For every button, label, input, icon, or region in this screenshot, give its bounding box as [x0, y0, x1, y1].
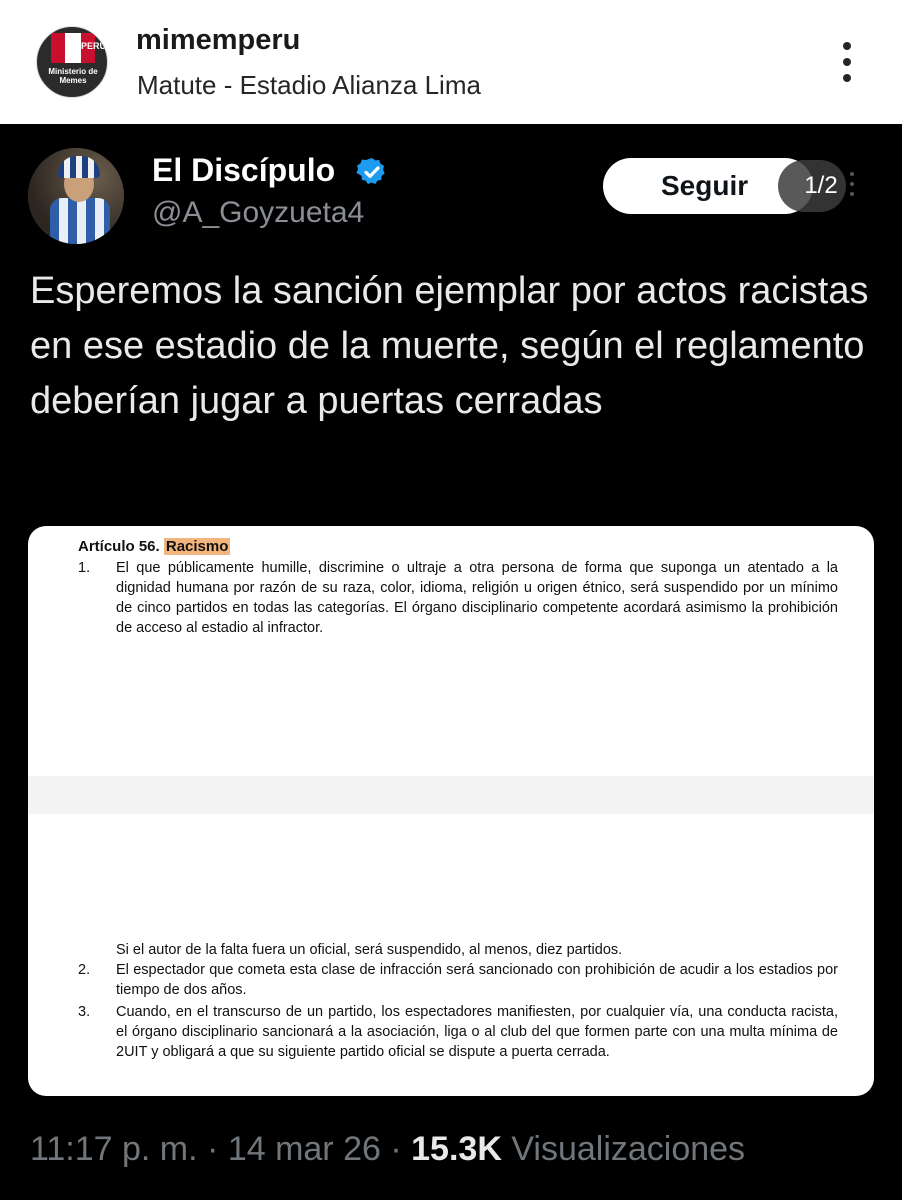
article-highlight: Racismo — [163, 538, 231, 555]
tweet-more-icon — [848, 172, 856, 202]
avatar-name-text: Ministerio de Memes — [48, 67, 98, 85]
item-number: 1. — [78, 560, 91, 576]
attached-document-image: Artículo 56. Racismo 1. El que públicame… — [28, 526, 874, 1096]
instagram-post-header: PERÚ Ministerio de Memes mimemperu Matut… — [0, 0, 902, 124]
carousel-page-indicator: 1/2 — [778, 160, 846, 212]
more-options-icon[interactable] — [832, 40, 862, 84]
item-number: 3. — [78, 1004, 91, 1020]
image-divider — [28, 776, 874, 814]
item-number: 2. — [78, 962, 91, 978]
document-item: Si el autor de la falta fuera un oficial… — [116, 942, 623, 958]
tweet-metadata: 11:17 p. m. · 14 mar 26 · 15.3K Visualiz… — [30, 1130, 745, 1169]
profile-avatar[interactable]: PERÚ Ministerio de Memes — [36, 26, 108, 98]
tweet-date: 14 mar 26 — [227, 1130, 381, 1168]
username[interactable]: mimemperu — [136, 24, 300, 57]
tweet-card: El Discípulo @A_Goyzueta4 Seguir 1/2 Esp… — [0, 124, 902, 1200]
article-number: Artículo 56. — [78, 538, 160, 555]
views-label: Visualizaciones — [511, 1130, 746, 1168]
tweet-author-name: El Discípulo — [152, 152, 336, 188]
avatar-country-text: PERÚ — [81, 41, 107, 51]
tweet-text: Esperemos la sanción ejemplar por actos … — [30, 270, 869, 422]
separator: · — [390, 1130, 402, 1168]
document-item: Cuando, en el transcurso de un partido, … — [116, 1004, 838, 1060]
document-title: Artículo 56. Racismo — [78, 538, 231, 555]
tweet-author-handle: @A_Goyzueta4 — [152, 196, 365, 229]
tweet-time: 11:17 p. m. — [30, 1130, 198, 1168]
view-count: 15.3K — [411, 1130, 502, 1168]
location[interactable]: Matute - Estadio Alianza Lima — [137, 70, 481, 101]
verified-badge-icon — [356, 158, 385, 184]
document-item: El que públicamente humille, discrimine … — [116, 560, 838, 636]
separator: · — [207, 1130, 219, 1168]
tweet-author-avatar — [28, 148, 124, 244]
document-item: El espectador que cometa esta clase de i… — [116, 962, 838, 998]
